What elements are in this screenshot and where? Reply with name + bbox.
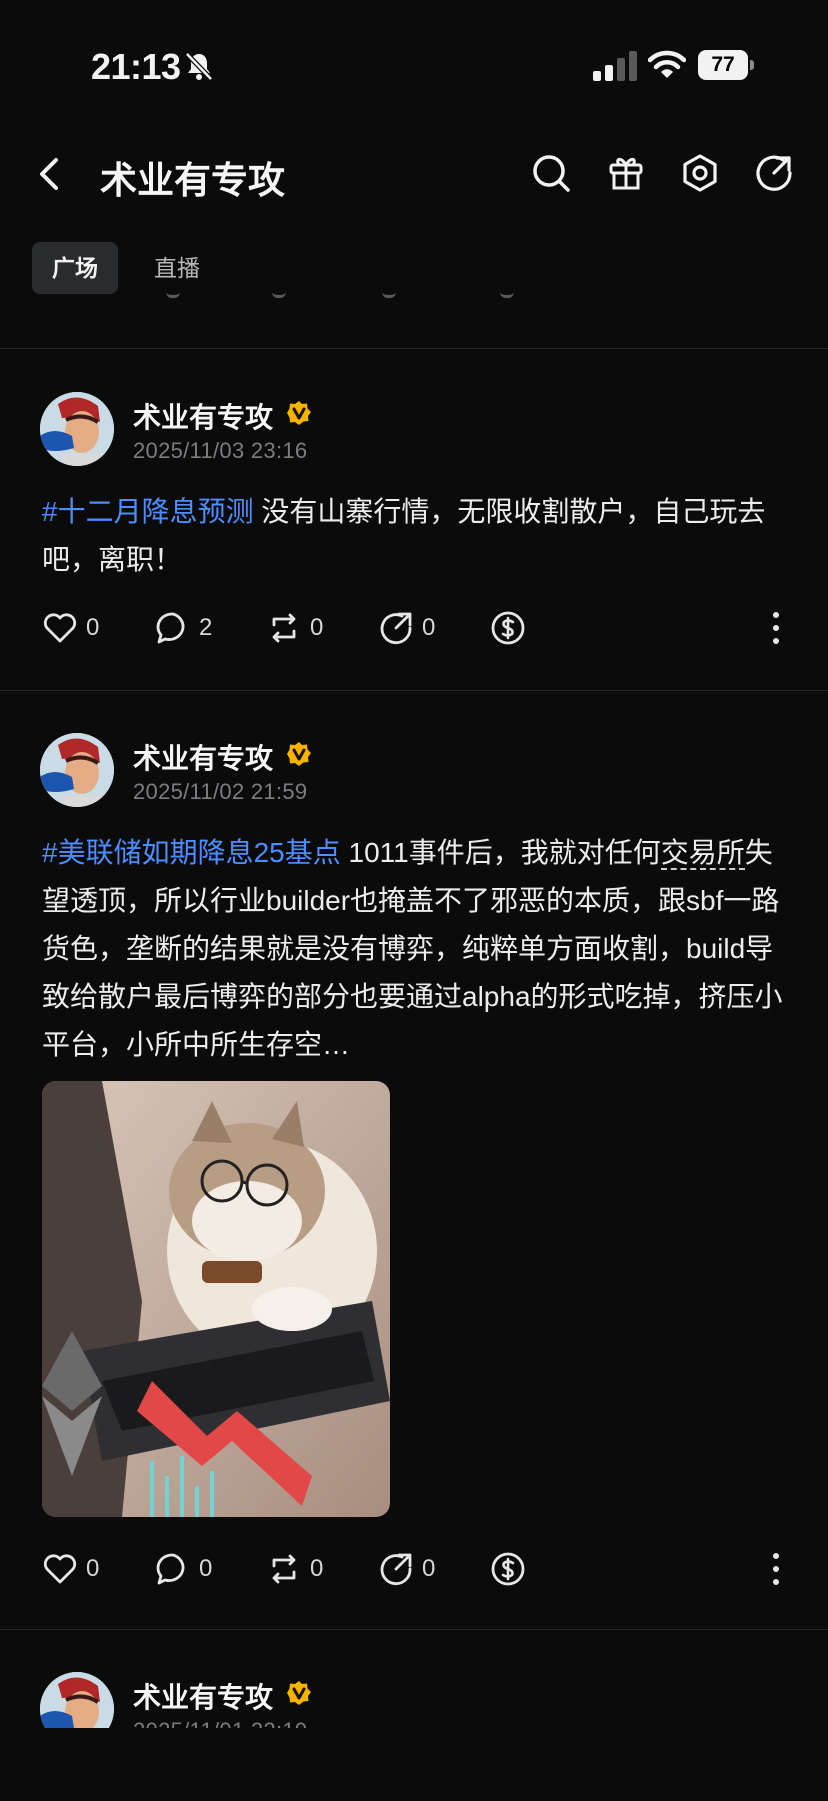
post-image[interactable]	[42, 1081, 390, 1517]
repost-count: 0	[310, 1555, 324, 1582]
tip-icon	[491, 611, 525, 645]
gift-icon[interactable]	[605, 152, 647, 194]
battery-level: 77	[711, 53, 735, 76]
post-author[interactable]: 术业有专攻	[133, 737, 273, 777]
post-body-term[interactable]: 交易所	[660, 837, 745, 870]
status-bar: 21:13 77	[0, 0, 828, 120]
post-author[interactable]: 术业有专攻	[133, 396, 273, 436]
repost-icon	[272, 613, 296, 643]
more-icon[interactable]	[766, 610, 786, 646]
tab-live[interactable]: 直播	[134, 242, 220, 294]
back-icon[interactable]	[34, 154, 66, 194]
avatar[interactable]	[40, 392, 114, 466]
avatar[interactable]	[40, 1672, 114, 1728]
post-date: 2025/11/03 23:16	[133, 438, 308, 463]
verified-badge-icon	[287, 401, 311, 425]
verified-badge-icon	[287, 742, 311, 766]
page-header: 术业有专攻	[0, 128, 828, 220]
post-text[interactable]: #美联储如期降息25基点 1011事件后，我就对任何交易所失望透顶，所以行业bu…	[42, 829, 790, 1069]
like-count: 0	[86, 614, 100, 641]
avatar[interactable]	[40, 733, 114, 807]
forward-count: 0	[422, 614, 436, 641]
more-icon[interactable]	[766, 1551, 786, 1587]
post-body: 1011事件后，我就对任何	[340, 837, 661, 868]
repost-count: 0	[310, 614, 324, 641]
post-actions: 0 2 0 0	[0, 606, 828, 650]
forward-icon	[380, 612, 412, 644]
comment-count: 2	[199, 614, 213, 641]
cat-laptop-image	[42, 1081, 390, 1517]
comment-icon	[156, 1553, 185, 1585]
post-date: 2025/11/02 21:59	[133, 779, 308, 804]
scrolled-content-peek	[32, 292, 792, 302]
heart-icon	[43, 1554, 77, 1584]
wifi-icon	[648, 50, 686, 78]
search-icon[interactable]	[530, 152, 572, 194]
avatar-image	[40, 1672, 114, 1728]
forward-count: 0	[422, 1555, 436, 1582]
post-date: 2025/11/01 22:19	[133, 1718, 307, 1728]
avatar-image	[40, 733, 114, 807]
post-card[interactable]: 术业有专攻 2025/11/02 21:59 #美联储如期降息25基点 1011…	[0, 733, 828, 1593]
tip-icon	[491, 1552, 525, 1586]
post-author[interactable]: 术业有专攻	[133, 1676, 273, 1716]
post-card[interactable]: 术业有专攻 2025/11/03 23:16 #十二月降息预测 没有山寨行情，无…	[0, 392, 828, 654]
repost-icon	[272, 1554, 296, 1584]
divider	[0, 348, 828, 349]
post-card[interactable]: 术业有专攻 2025/11/01 22:19	[0, 1672, 828, 1728]
divider	[0, 1629, 828, 1630]
post-body: 失望透顶，所以行业builder也掩盖不了邪恶的本质，跟sbf一路货色，垄断的结…	[42, 837, 783, 1060]
comment-icon	[156, 612, 185, 644]
avatar-image	[40, 392, 114, 466]
comment-count: 0	[199, 1555, 213, 1582]
post-actions: 0 0 0 0	[0, 1547, 828, 1591]
settings-icon[interactable]	[679, 152, 721, 194]
tip-button[interactable]	[490, 606, 526, 650]
forward-icon	[380, 1553, 412, 1585]
status-time: 21:13	[91, 46, 181, 87]
tab-square[interactable]: 广场	[32, 242, 118, 294]
verified-badge-icon	[287, 1681, 311, 1705]
like-count: 0	[86, 1555, 100, 1582]
post-hashtag[interactable]: #美联储如期降息25基点	[42, 837, 341, 868]
post-text[interactable]: #十二月降息预测 没有山寨行情，无限收割散户，自己玩去吧，离职！	[42, 488, 790, 584]
heart-icon	[43, 613, 77, 643]
battery-indicator: 77	[698, 50, 754, 80]
page-title: 术业有专攻	[100, 160, 285, 201]
share-icon[interactable]	[753, 152, 795, 194]
signal-icon	[593, 51, 637, 81]
divider	[0, 690, 828, 691]
tip-button[interactable]	[490, 1547, 526, 1591]
bell-muted-icon	[185, 52, 213, 81]
post-hashtag[interactable]: #十二月降息预测	[42, 496, 254, 527]
